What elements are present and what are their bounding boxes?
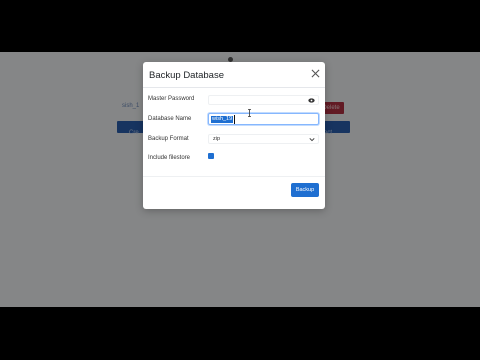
include-filestore-label: Include filestore <box>148 155 191 161</box>
dialog-title: Backup Database <box>149 70 224 81</box>
database-name-value: wish_19 <box>211 115 234 123</box>
database-name-label: Database Name <box>148 116 192 122</box>
footer-divider <box>143 176 325 177</box>
video-letterbox-bottom <box>0 307 480 360</box>
header-divider <box>143 87 325 88</box>
backup-format-label: Backup Format <box>148 136 189 142</box>
include-filestore-checkbox[interactable] <box>208 153 214 166</box>
backup-format-select[interactable]: zip <box>208 134 319 144</box>
master-password-label: Master Password <box>148 96 195 102</box>
close-icon[interactable] <box>311 69 320 78</box>
eye-icon[interactable] <box>308 98 315 103</box>
text-caret <box>234 115 235 124</box>
video-letterbox-top <box>0 0 480 52</box>
check-icon <box>208 161 214 166</box>
backup-database-dialog: Backup Database Master Password Database… <box>143 62 325 209</box>
text-cursor-icon <box>248 109 251 117</box>
backup-format-value: zip <box>213 136 221 142</box>
master-password-input[interactable] <box>208 95 319 105</box>
database-name-input[interactable]: wish_19 <box>208 113 319 125</box>
backup-button[interactable]: Backup <box>291 183 319 197</box>
chevron-down-icon <box>309 138 315 142</box>
